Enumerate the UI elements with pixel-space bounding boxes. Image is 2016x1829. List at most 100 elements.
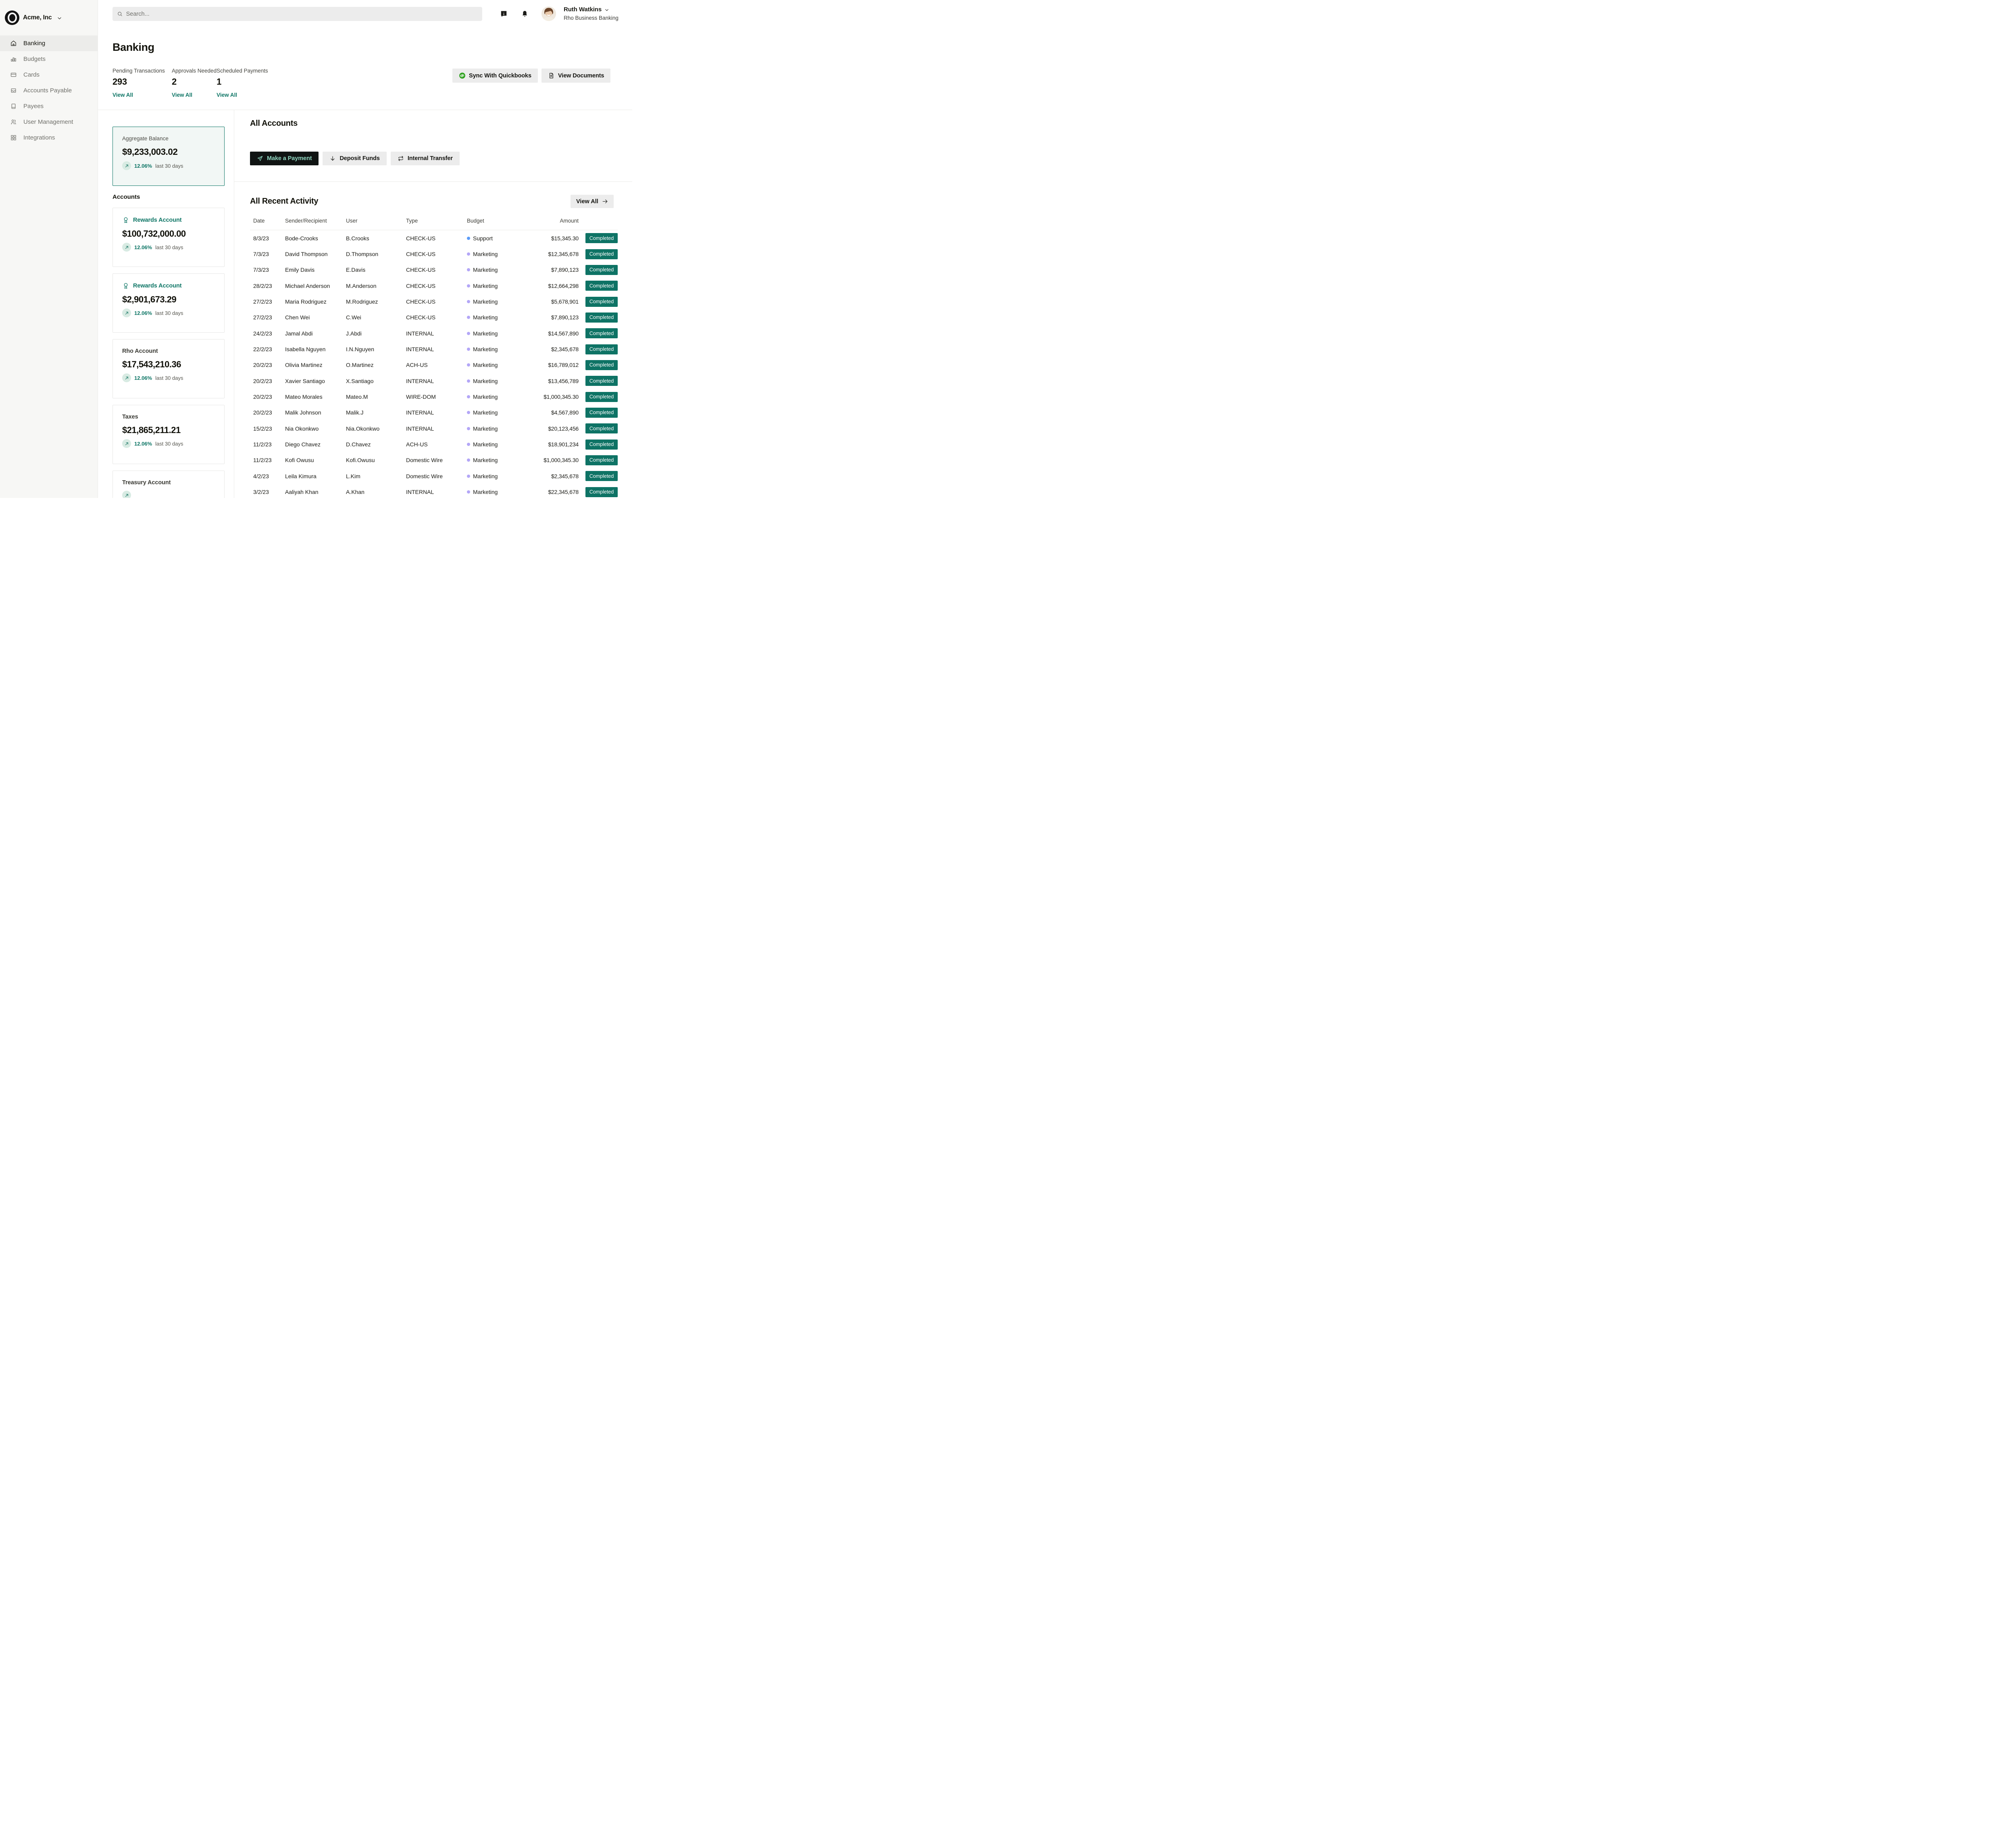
sidebar-item[interactable]: Integrations [0,130,98,146]
section-divider [234,181,632,182]
cell-budget: Marketing [467,441,527,448]
cell-budget: Marketing [467,378,527,384]
table-row[interactable]: 11/2/23 Kofi Owusu Kofi.Owusu Domestic W… [250,452,618,468]
table-row[interactable]: 20/2/23 Mateo Morales Mateo.M WIRE-DOM M… [250,389,618,404]
sidebar-nav: Banking Budgets Cards Accounts Payable P… [0,35,98,146]
sidebar-item[interactable]: User Management [0,114,98,130]
account-card[interactable]: Taxes $21,865,211.21 12.06% last 30 days [112,405,225,464]
activity-table-body: 8/3/23 Bode-Crooks B.Crooks CHECK-US Sup… [250,230,618,498]
stat-value: 293 [112,77,127,87]
account-card[interactable]: Rewards Account $2,901,673.29 12.06% las… [112,273,225,333]
table-row[interactable]: 7/3/23 Emily Davis E.Davis CHECK-US Mark… [250,262,618,278]
trend-row: 12.06% last 30 days [122,439,215,448]
table-row[interactable]: 20/2/23 Xavier Santiago X.Santiago INTER… [250,373,618,389]
sidebar-item[interactable]: Cards [0,67,98,83]
stat-view-all-link[interactable]: View All [112,92,133,98]
user-menu[interactable]: Ruth Watkins Rho Business Banking [564,6,619,21]
cell-user: I.N.Nguyen [346,346,406,352]
trend-percent: 12.06% [134,244,152,250]
table-row[interactable]: 4/2/23 Leila Kimura L.Kim Domestic Wire … [250,468,618,484]
all-accounts-heading: All Accounts [250,119,298,128]
column-header-sender[interactable]: Sender/Recipient [285,218,346,224]
cell-budget: Marketing [467,425,527,432]
button-icon [548,72,555,79]
cell-date: 3/2/23 [253,489,285,495]
sidebar-item-label: Cards [23,71,40,78]
aggregate-balance-card[interactable]: Aggregate Balance $9,233,003.02 12.06% l… [112,127,225,186]
trend-up-icon [125,311,129,315]
column-header-type[interactable]: Type [406,218,467,224]
account-card-amount: $21,865,211.21 [122,425,215,435]
view-all-activity-button[interactable]: View All [571,195,614,208]
table-row[interactable]: 8/3/23 Bode-Crooks B.Crooks CHECK-US Sup… [250,230,618,246]
stat-view-all-link[interactable]: View All [217,92,237,98]
budget-dot [467,458,470,462]
stat-block: Scheduled Payments 1 View All [217,68,268,98]
table-row[interactable]: 7/3/23 David Thompson D.Thompson CHECK-U… [250,246,618,262]
account-card-title: Rewards Account [133,217,181,223]
support-chat-icon[interactable] [500,10,508,18]
status-badge: Completed [585,423,618,433]
column-header-budget[interactable]: Budget [467,218,527,224]
cell-date: 7/3/23 [253,251,285,257]
button-icon [459,72,466,79]
account-card[interactable]: Rewards Account $100,732,000.00 12.06% l… [112,208,225,267]
cell-amount: $2,345,678 [527,473,579,479]
stat-label: Scheduled Payments [217,68,268,74]
cell-user: Nia.Okonkwo [346,425,406,432]
sidebar-item[interactable]: Payees [0,98,98,114]
table-row[interactable]: 27/2/23 Chen Wei C.Wei CHECK-US Marketin… [250,310,618,325]
cell-amount: $15,345.30 [527,235,579,242]
account-card-title: Taxes [122,414,138,420]
cell-amount: $4,567,890 [527,409,579,416]
table-row[interactable]: 27/2/23 Maria Rodriguez M.Rodriguez CHEC… [250,294,618,309]
account-card-title-row: Treasury Account [122,479,215,486]
trend-row [122,491,215,498]
column-header-amount[interactable]: Amount [527,218,579,224]
user-name: Ruth Watkins [564,6,602,13]
sidebar-item[interactable]: Banking [0,35,98,51]
account-card[interactable]: Treasury Account [112,471,225,498]
trend-percent: 12.06% [134,310,152,316]
table-row[interactable]: 3/2/23 Aaliyah Khan A.Khan INTERNAL Mark… [250,484,618,498]
table-row[interactable]: 28/2/23 Michael Anderson M.Anderson CHEC… [250,278,618,294]
table-row[interactable]: 22/2/23 Isabella Nguyen I.N.Nguyen INTER… [250,341,618,357]
budget-label: Marketing [473,409,498,416]
account-card-amount: $2,901,673.29 [122,294,215,305]
sidebar-item[interactable]: Budgets [0,51,98,67]
account-action-button[interactable]: Internal Transfer [391,152,460,165]
budget-label: Marketing [473,298,498,305]
cell-sender: Aaliyah Khan [285,489,346,495]
table-row[interactable]: 20/2/23 Olivia Martinez O.Martinez ACH-U… [250,357,618,373]
cell-sender: Nia Okonkwo [285,425,346,432]
table-row[interactable]: 15/2/23 Nia Okonkwo Nia.Okonkwo INTERNAL… [250,421,618,436]
column-header-user[interactable]: User [346,218,406,224]
cell-type: ACH-US [406,441,467,448]
account-action-button[interactable]: Make a Payment [250,152,319,165]
account-card[interactable]: Rho Account $17,543,210.36 12.06% last 3… [112,339,225,398]
sidebar-item[interactable]: Accounts Payable [0,83,98,98]
budget-dot [467,332,470,335]
stat-view-all-link[interactable]: View All [172,92,192,98]
sidebar-item-label: Accounts Payable [23,87,72,94]
org-switcher[interactable]: Acme, Inc [0,0,98,25]
cell-sender: Michael Anderson [285,283,346,289]
account-action-button[interactable]: Deposit Funds [323,152,386,165]
table-row[interactable]: 24/2/23 Jamal Abdi J.Abdi INTERNAL Marke… [250,325,618,341]
header-action-button[interactable]: View Documents [541,69,610,83]
table-row[interactable]: 11/2/23 Diego Chavez D.Chavez ACH-US Mar… [250,436,618,452]
cell-budget: Support [467,235,527,242]
cell-sender: Emily Davis [285,267,346,273]
cell-user: X.Santiago [346,378,406,384]
column-header-date[interactable]: Date [253,218,285,224]
table-row[interactable]: 20/2/23 Malik Johnson Malik.J INTERNAL M… [250,405,618,421]
cell-date: 15/2/23 [253,425,285,432]
header-action-button[interactable]: Sync With Quickbooks [452,69,538,83]
notifications-bell-icon[interactable] [521,10,529,18]
account-card-title-row: Rho Account [122,348,215,354]
search-input[interactable] [126,11,478,17]
stat-value: 1 [217,77,221,87]
sidebar-item-label: Integrations [23,134,55,141]
avatar[interactable] [541,6,556,21]
budget-label: Marketing [473,251,498,257]
